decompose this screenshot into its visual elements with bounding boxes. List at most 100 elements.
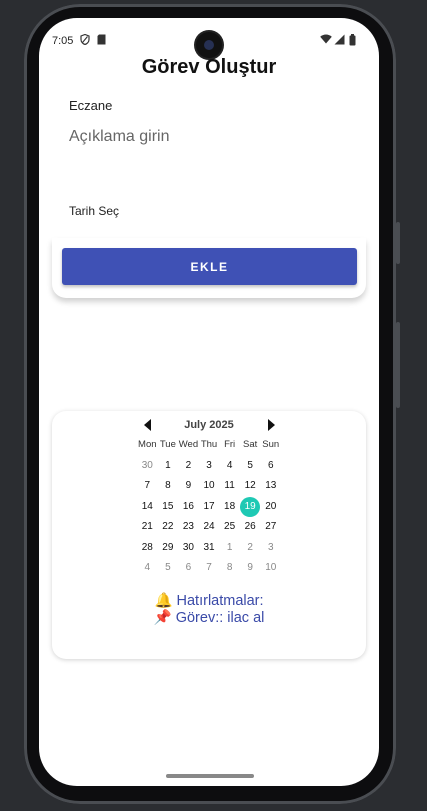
date-picker-label[interactable]: Tarih Seç	[69, 204, 119, 218]
prev-month-icon[interactable]	[144, 419, 151, 431]
reminders-section: 🔔 Hatırlatmalar: 📌 Görev:: ilac al	[52, 593, 366, 627]
calendar-day[interactable]: 16	[178, 497, 199, 518]
calendar-day[interactable]: 3	[260, 538, 281, 559]
status-time: 7:05	[52, 35, 74, 47]
month-label: July 2025	[184, 419, 234, 431]
weekday-row: Mon Tue Wed Thu Fri Sat Sun	[137, 435, 281, 456]
calendar-day-number: 25	[224, 521, 236, 532]
calendar-day-number: 19	[244, 500, 256, 512]
calendar-day-number: 11	[224, 480, 235, 491]
weekday-label: Tue	[159, 439, 176, 450]
calendar-day[interactable]: 6	[178, 558, 199, 579]
calendar-day-number: 7	[144, 480, 151, 491]
calendar-day[interactable]: 4	[137, 558, 158, 579]
calendar-day-number: 16	[182, 500, 194, 512]
task-name-field[interactable]: Eczane	[69, 98, 112, 113]
calendar-day-number: 3	[267, 541, 274, 553]
side-button-top	[396, 222, 400, 264]
calendar-day[interactable]: 7	[199, 558, 220, 579]
calendar-day[interactable]: 8	[219, 558, 240, 579]
weekday-label: Wed	[178, 439, 199, 450]
calendar-day[interactable]: 2	[240, 538, 261, 559]
calendar-day[interactable]: 1	[158, 456, 179, 477]
calendar-day[interactable]: 28	[137, 538, 158, 559]
description-input[interactable]: Açıklama girin	[69, 128, 169, 146]
home-indicator[interactable]	[166, 774, 254, 778]
calendar-day[interactable]: 1	[219, 538, 240, 559]
calendar-day-number: 29	[162, 541, 174, 553]
calendar-day[interactable]: 26	[240, 517, 261, 538]
calendar-day[interactable]: 10	[260, 558, 281, 579]
calendar-day-number: 30	[141, 459, 153, 471]
calendar-day-number: 30	[182, 541, 194, 553]
calendar-day-number: 10	[203, 480, 215, 491]
calendar-day[interactable]: 2	[178, 456, 199, 477]
calendar-day-number: 31	[203, 541, 215, 553]
calendar-day[interactable]: 30	[137, 456, 158, 477]
page-title: Görev Oluştur	[141, 56, 277, 78]
weekday-label: Mon	[138, 439, 157, 450]
calendar-day-number: 5	[247, 459, 253, 471]
calendar-day-number: 12	[244, 480, 256, 491]
calendar-day[interactable]: 3	[199, 456, 220, 477]
calendar-day[interactable]: 5	[240, 456, 261, 477]
calendar-day-number: 10	[265, 562, 277, 573]
reminders-heading: 🔔 Hatırlatmalar:	[154, 593, 264, 609]
add-button[interactable]: EKLE	[62, 248, 357, 285]
calendar-day[interactable]: 15	[158, 497, 179, 518]
calendar-day-number: 20	[265, 500, 277, 512]
calendar-day-number: 8	[226, 562, 233, 573]
calendar-day[interactable]: 24	[199, 517, 220, 538]
calendar-day-number: 5	[165, 562, 171, 573]
calendar-day[interactable]: 17	[199, 497, 220, 518]
calendar-day[interactable]: 4	[219, 456, 240, 477]
calendar-day[interactable]: 30	[178, 538, 199, 559]
calendar-day[interactable]: 9	[240, 558, 261, 579]
calendar-day-number: 18	[224, 500, 236, 512]
calendar-day-number: 9	[247, 562, 253, 573]
weekday-label: Fri	[224, 439, 236, 450]
calendar-day[interactable]: 29	[158, 538, 179, 559]
calendar-day-number: 9	[185, 480, 192, 491]
calendar-day[interactable]: 18	[219, 497, 240, 518]
calendar-day[interactable]: 7	[137, 476, 158, 497]
front-camera	[196, 32, 222, 58]
calendar-grid: Mon Tue Wed Thu Fri Sat Sun 30 1 2 3 4 5 6 7 8 9 10 11 12 13…	[137, 435, 281, 579]
calendar-day-number: 15	[162, 500, 174, 512]
calendar-day-number: 6	[267, 459, 274, 471]
next-month-icon[interactable]	[268, 419, 275, 431]
calendar-day[interactable]: 12	[240, 476, 261, 497]
calendar-day[interactable]: 5	[158, 558, 179, 579]
calendar-day[interactable]: 11	[219, 476, 240, 497]
calendar-day[interactable]: 20	[260, 497, 281, 518]
calendar-day-number: 21	[141, 521, 153, 532]
calendar-day-number: 4	[144, 562, 151, 573]
calendar-day-selected[interactable]: 19	[240, 496, 261, 518]
battery-icon	[349, 34, 356, 49]
app-screen: 7:05 Görev Oluştur Eczane Açıklama girin…	[39, 18, 379, 786]
calendar-day-number: 17	[203, 500, 215, 512]
calendar-day-number: 3	[206, 459, 212, 471]
calendar-day-number: 1	[165, 459, 171, 471]
calendar-day[interactable]: 27	[260, 517, 281, 538]
calendar-day-number: 27	[265, 521, 277, 532]
calendar-day[interactable]: 10	[199, 476, 220, 497]
calendar-day[interactable]: 25	[219, 517, 240, 538]
calendar-day[interactable]: 13	[260, 476, 281, 497]
calendar-day[interactable]: 31	[199, 538, 220, 559]
reminder-item: 📌 Görev:: ilac al	[153, 610, 265, 626]
calendar-day[interactable]: 23	[178, 517, 199, 538]
calendar-day-number: 24	[203, 521, 215, 532]
calendar-week: 14 15 16 17 18 19 20	[137, 496, 281, 518]
weekday-label: Thu	[200, 439, 218, 450]
calendar-day[interactable]: 8	[158, 476, 179, 497]
calendar-day[interactable]: 22	[158, 517, 179, 538]
calendar-day[interactable]: 14	[137, 497, 158, 518]
calendar-day[interactable]: 9	[178, 476, 199, 497]
calendar-day[interactable]: 6	[260, 456, 281, 477]
calendar-day-number: 8	[165, 480, 171, 491]
calendar-week: 30 1 2 3 4 5 6	[137, 456, 281, 477]
calendar-day[interactable]: 21	[137, 517, 158, 538]
calendar-week: 21 22 23 24 25 26 27	[137, 517, 281, 538]
calendar-day-number: 2	[247, 541, 253, 553]
